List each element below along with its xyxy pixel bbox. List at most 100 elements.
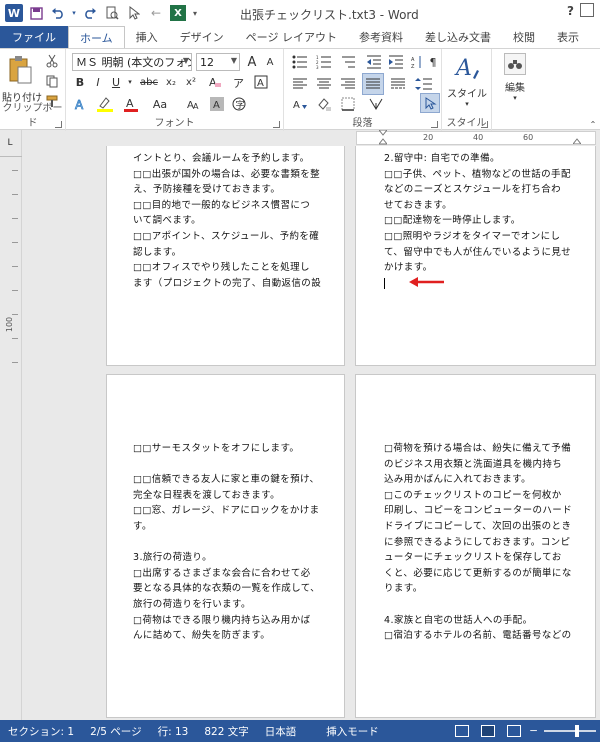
show-marks-icon[interactable]: ¶ (426, 53, 440, 71)
tab-view[interactable]: 表示 (546, 26, 590, 48)
font-size-combo[interactable]: 12 ▼ (196, 53, 240, 71)
align-left-icon[interactable] (290, 75, 310, 93)
styles-icon[interactable]: A (452, 53, 482, 83)
tab-page-layout[interactable]: ページ レイアウト (235, 26, 348, 48)
styles-button-label[interactable]: スタイル (442, 85, 492, 100)
print-preview-icon[interactable] (102, 3, 122, 23)
collapse-ribbon-icon[interactable]: ⌃ (588, 119, 598, 129)
paste-icon[interactable] (6, 53, 34, 87)
bullets-icon[interactable] (290, 53, 310, 71)
zoom-slider[interactable] (544, 725, 596, 737)
status-section[interactable]: セクション: 1 (0, 724, 82, 739)
back-arrow-icon[interactable]: ← (146, 3, 166, 23)
font-launcher-icon[interactable] (273, 121, 280, 128)
superscript-button[interactable]: x² (182, 73, 200, 91)
web-layout-icon[interactable] (507, 725, 522, 737)
text-line: などのニーズとスケジュールを打ち合わ (384, 184, 562, 196)
character-shading-icon[interactable]: A (208, 95, 226, 113)
borders-icon[interactable] (338, 95, 358, 113)
status-line[interactable]: 行: 13 (150, 724, 197, 739)
copy-icon[interactable] (44, 73, 60, 89)
italic-button[interactable]: I (90, 73, 106, 91)
increase-indent-icon[interactable] (386, 53, 406, 71)
status-insert-mode[interactable]: 挿入モード (318, 724, 387, 739)
tab-selector-icon[interactable]: L (3, 136, 17, 150)
selection-pane-icon[interactable] (420, 93, 440, 113)
document-area[interactable]: イントとり、会議ルームを予約します。 □□出張が国外の場合は、必要な書類を整 え… (22, 146, 600, 720)
svg-text:A: A (411, 57, 415, 63)
shrink-font-button[interactable]: A (262, 53, 278, 71)
text-line: □□照明やラジオをタイマーでオンにし (384, 230, 561, 242)
indent-marker-icon[interactable] (377, 129, 389, 145)
zoom-slider-thumb[interactable] (575, 725, 580, 737)
align-right-icon[interactable] (338, 75, 358, 93)
shading-icon[interactable] (314, 95, 334, 113)
word-app-icon[interactable]: W (4, 3, 24, 23)
ribbon-display-options-icon[interactable] (580, 3, 594, 17)
underline-dropdown-icon[interactable]: ▾ (126, 73, 134, 91)
justify-icon[interactable] (362, 73, 384, 95)
help-button[interactable]: ? (567, 4, 574, 18)
tab-mailings[interactable]: 差し込み文書 (414, 26, 502, 48)
grow-font-button[interactable]: A (244, 53, 260, 71)
align-center-icon[interactable] (314, 75, 334, 93)
binoculars-icon[interactable] (504, 53, 526, 75)
clipboard-launcher-icon[interactable] (55, 121, 62, 128)
tab-developer[interactable]: 開発 (590, 26, 600, 48)
undo-icon[interactable] (48, 3, 68, 23)
undo-dropdown-icon[interactable]: ▾ (70, 3, 78, 23)
customize-quick-access-icon[interactable]: ▾ (190, 3, 200, 23)
numbering-icon[interactable]: 123 (314, 53, 334, 71)
read-mode-icon[interactable] (455, 725, 470, 737)
enclose-characters-icon[interactable]: 字 (230, 95, 248, 113)
clear-formatting-icon[interactable]: A (206, 73, 224, 91)
asian-layout-icon[interactable]: A (290, 95, 310, 113)
editing-dropdown-icon[interactable]: ▾ (508, 93, 522, 103)
font-color-icon[interactable]: A (120, 95, 142, 113)
distributed-icon[interactable] (388, 75, 408, 93)
cut-icon[interactable] (44, 53, 60, 69)
subscript-button[interactable]: x₂ (162, 73, 180, 91)
tab-design[interactable]: デザイン (169, 26, 235, 48)
styles-launcher-icon[interactable] (481, 121, 488, 128)
page-4[interactable]: □荷物を預ける場合は、紛失に備えて予備 のビジネス用衣類と洗面道具を機内持ち 込… (355, 374, 596, 718)
asian-typography-icon[interactable] (366, 95, 386, 113)
print-layout-icon[interactable] (481, 725, 496, 737)
status-language[interactable]: 日本語 (257, 724, 305, 739)
text-effects-icon[interactable]: A (72, 95, 90, 113)
text-line: かけます。 (384, 262, 433, 274)
highlight-color-icon[interactable] (94, 95, 116, 113)
decrease-indent-icon[interactable] (364, 53, 384, 71)
grow-shrink-icon[interactable]: AA (184, 95, 202, 113)
tab-review[interactable]: 校閲 (502, 26, 546, 48)
change-case-button[interactable]: Aa (148, 95, 172, 113)
underline-button[interactable]: U (108, 73, 124, 91)
page-3[interactable]: □□サーモスタットをオフにします。 □□信頼できる友人に家と車の鍵を預け、 完全… (106, 374, 345, 718)
character-border-icon[interactable]: A (252, 73, 270, 91)
status-page[interactable]: 2/5 ページ (82, 724, 150, 739)
page-2[interactable]: 2.留守中: 自宅での準備。 □□子供、ペット、植物などの世話の手配 などのニー… (355, 146, 596, 366)
pointer-icon[interactable] (124, 3, 144, 23)
redo-icon[interactable] (80, 3, 100, 23)
tab-home[interactable]: ホーム (68, 26, 125, 48)
save-icon[interactable] (26, 3, 46, 23)
zoom-out-icon[interactable]: − (529, 725, 538, 737)
right-indent-marker-icon[interactable] (571, 134, 583, 145)
status-word-count[interactable]: 822 文字 (196, 724, 256, 739)
multilevel-list-icon[interactable] (338, 53, 358, 71)
line-spacing-icon[interactable] (412, 75, 436, 93)
font-name-combo[interactable]: ＭＳ 明朝 (本文のフォント▼ (72, 53, 192, 71)
tab-insert[interactable]: 挿入 (125, 26, 169, 48)
paragraph-launcher-icon[interactable] (431, 121, 438, 128)
tab-references[interactable]: 参考資料 (348, 26, 414, 48)
editing-button-label[interactable]: 編集 (492, 79, 538, 94)
styles-dropdown-icon[interactable]: ▾ (460, 99, 474, 109)
text-line: □このチェックリストのコピーを何枚か (384, 489, 562, 501)
sort-icon[interactable]: AZ (410, 53, 424, 71)
strikethrough-button[interactable]: abc (138, 73, 160, 91)
excel-icon[interactable]: X (168, 3, 188, 23)
tab-file[interactable]: ファイル (0, 26, 68, 48)
bold-button[interactable]: B (72, 73, 88, 91)
page-1[interactable]: イントとり、会議ルームを予約します。 □□出張が国外の場合は、必要な書類を整 え… (106, 146, 345, 366)
phonetic-guide-icon[interactable]: ア (230, 73, 248, 91)
